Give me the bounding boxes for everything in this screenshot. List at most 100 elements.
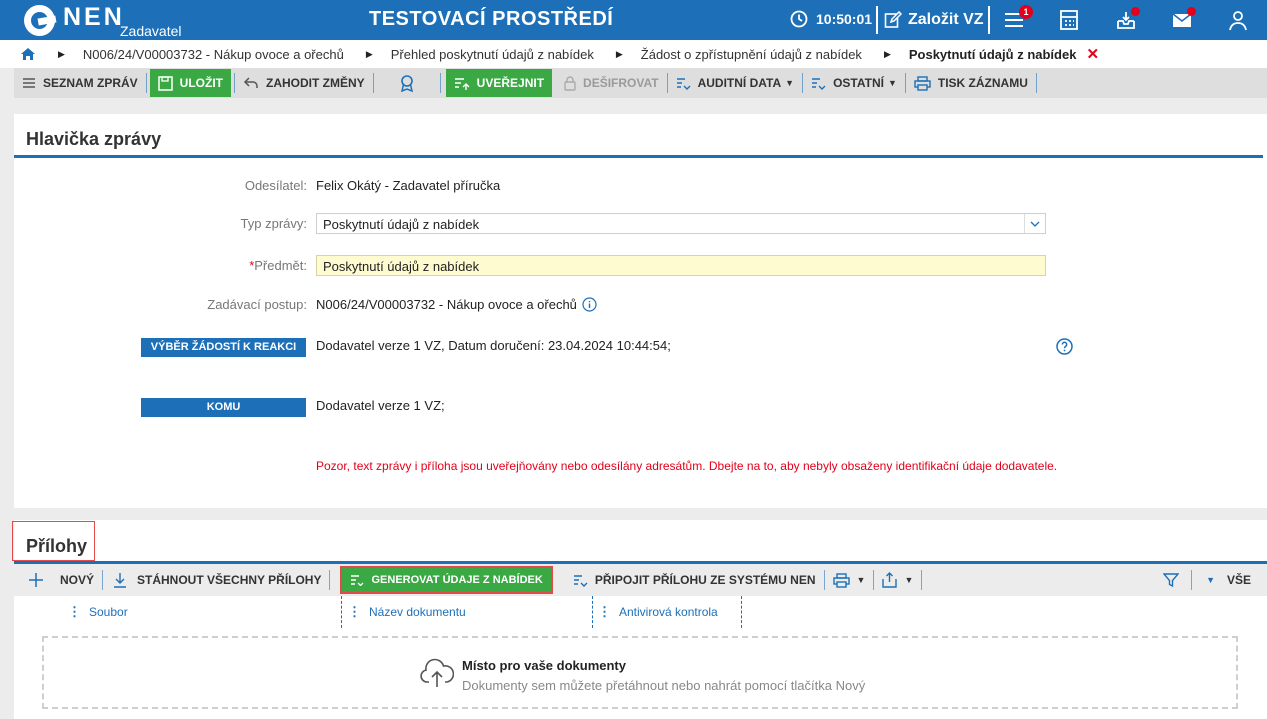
section-title: Hlavička zprávy — [26, 129, 162, 149]
attach-from-nen-button[interactable]: PŘIPOJIT PŘÍLOHU ZE SYSTÉMU NEN — [565, 568, 824, 592]
generate-data-highlight: GENEROVAT ÚDAJE Z NABÍDEK — [340, 566, 553, 594]
dropzone-title: Místo pro vaše dokumenty — [462, 658, 626, 673]
caret-down-icon: ▼ — [887, 78, 897, 88]
breadcrumb-item-overview[interactable]: Přehled poskytnutí údajů z nabídek — [391, 47, 594, 62]
column-file-label: Soubor — [89, 605, 128, 619]
create-contract-button[interactable]: Založit VZ — [876, 6, 990, 34]
other-icon — [812, 78, 826, 90]
breadcrumb-item-current: Poskytnutí údajů z nabídek — [908, 46, 1077, 62]
close-icon[interactable]: ✕ — [1086, 45, 1099, 63]
toolbar-divider — [1035, 73, 1037, 93]
lock-icon — [564, 75, 576, 91]
audit-data-label: AUDITNÍ DATA — [697, 76, 782, 90]
caret-down-icon: ▼ — [904, 575, 914, 585]
certificate-button[interactable] — [374, 71, 440, 95]
column-grip-icon: ⋮ — [598, 604, 611, 619]
download-icon — [114, 573, 127, 588]
subject-value: Poskytnutí údajů z nabídek — [323, 259, 480, 274]
decrypt-button[interactable]: DEŠIFROVAT — [556, 71, 667, 95]
save-icon — [157, 75, 173, 91]
chevron-right-icon: ▶ — [365, 48, 373, 59]
clock-time: 10:50:01 — [816, 11, 873, 27]
session-clock: 10:50:01 — [790, 10, 872, 28]
attach-icon — [573, 575, 588, 587]
column-grip-icon: ⋮ — [68, 604, 81, 619]
breadcrumb-item-request[interactable]: Žádost o zpřístupnění údajů z nabídek — [641, 47, 862, 62]
download-all-button[interactable]: STÁHNOUT VŠECHNY PŘÍLOHY — [103, 568, 329, 592]
message-list-label: SEZNAM ZPRÁV — [43, 76, 138, 90]
sender-label: Odesílatel: — [244, 178, 307, 193]
user-icon[interactable] — [1227, 9, 1251, 31]
other-label: OSTATNÍ — [833, 76, 884, 90]
toolbar-divider — [904, 73, 906, 93]
create-contract-label: Založit VZ — [908, 11, 984, 28]
select-requests-button[interactable]: VÝBĚR ŽÁDOSTÍ K REAKCI — [141, 338, 306, 357]
column-divider — [341, 596, 342, 628]
file-dropzone[interactable]: Místo pro vaše dokumenty Dokumenty sem m… — [42, 636, 1238, 709]
new-attachment-label: NOVÝ — [60, 573, 95, 587]
attachments-table-header: ⋮ Soubor ⋮ Název dokumentu ⋮ Antivirová kon… — [14, 596, 1267, 628]
filter-icon[interactable] — [1163, 572, 1180, 588]
publish-icon — [454, 78, 470, 90]
caret-down-icon: ▼ — [856, 575, 866, 585]
edit-icon — [884, 11, 902, 28]
generate-data-button[interactable]: GENEROVAT ÚDAJE Z NABÍDEK — [342, 568, 551, 592]
undo-icon — [243, 77, 258, 88]
publish-button[interactable]: UVEŘEJNIT — [445, 69, 553, 97]
warning-text: Pozor, text zprávy i příloha jsou uveřej… — [316, 459, 1058, 473]
other-button[interactable]: OSTATNÍ ▼ — [803, 71, 905, 95]
column-document-name-label: Název dokumentu — [369, 605, 466, 619]
message-type-select[interactable]: Poskytnutí údajů z nabídek — [316, 213, 1046, 234]
print-dropdown-button[interactable]: ▼ — [825, 568, 874, 592]
subject-input[interactable]: Poskytnutí údajů z nabídek — [316, 255, 1046, 276]
nen-logo[interactable]: NEN — [24, 2, 125, 36]
main-toolbar: SEZNAM ZPRÁV ULOŽIT ZAHODIT ZMĚNY UVEŘEJ… — [14, 68, 1267, 98]
column-grip-icon: ⋮ — [348, 604, 361, 619]
audit-data-button[interactable]: AUDITNÍ DATA ▼ — [668, 71, 802, 95]
toolbar-divider — [234, 73, 235, 93]
new-attachment-button[interactable]: NOVÝ — [14, 568, 102, 592]
chevron-down-icon — [1024, 214, 1045, 233]
procedure-text: N006/24/V00003732 - Nákup ovoce a ořechů — [316, 297, 577, 312]
notification-badge: 1 — [1019, 5, 1033, 19]
toolbar-divider — [1191, 570, 1193, 590]
toolbar-divider — [802, 73, 804, 93]
export-dropdown-button[interactable]: ▼ — [874, 568, 921, 592]
column-document-name[interactable]: ⋮ Název dokumentu — [348, 596, 466, 628]
recipient-button[interactable]: KOMU — [141, 398, 306, 417]
column-antivirus[interactable]: ⋮ Antivirová kontrola — [598, 596, 718, 628]
message-list-button[interactable]: SEZNAM ZPRÁV — [14, 71, 146, 95]
printer-icon — [914, 75, 931, 91]
attachments-toolbar: NOVÝ STÁHNOUT VŠECHNY PŘÍLOHY GENEROVAT … — [14, 564, 1267, 596]
audit-icon — [676, 78, 691, 90]
column-antivirus-label: Antivirová kontrola — [619, 605, 718, 619]
chevron-right-icon: ▶ — [883, 48, 891, 59]
nen-logo-icon — [24, 4, 55, 36]
column-file[interactable]: ⋮ Soubor — [68, 596, 128, 628]
print-record-button[interactable]: TISK ZÁZNAMU — [906, 71, 1036, 95]
logo-text: NEN — [63, 2, 125, 31]
show-all-dropdown[interactable]: ▼ VŠE — [1192, 568, 1267, 592]
export-icon — [882, 572, 898, 588]
save-button[interactable]: ULOŽIT — [149, 69, 231, 97]
calculator-icon[interactable] — [1058, 9, 1082, 31]
section-rule — [14, 155, 1263, 158]
home-icon[interactable] — [20, 46, 36, 62]
select-requests-value: Dodavatel verze 1 VZ, Datum doručení: 23… — [316, 338, 671, 353]
breadcrumb-item-procedure[interactable]: N006/24/V00003732 - Nákup ovoce a ořechů — [83, 47, 344, 62]
toolbar-divider — [823, 570, 825, 590]
environment-title: TESTOVACÍ PROSTŘEDÍ — [369, 8, 614, 30]
decrypt-label: DEŠIFROVAT — [583, 76, 659, 90]
discard-changes-button[interactable]: ZAHODIT ZMĚNY — [235, 71, 373, 95]
attachments-heading: Přílohy — [12, 520, 1267, 564]
message-header-panel: Hlavička zprávy Odesílatel: Felix Okátý … — [14, 114, 1267, 508]
plus-icon — [29, 573, 43, 587]
recipient-value: Dodavatel verze 1 VZ; — [316, 398, 445, 413]
help-icon[interactable] — [1056, 338, 1073, 355]
list-icon — [23, 78, 35, 88]
toolbar-divider — [329, 570, 331, 590]
info-icon[interactable] — [581, 297, 597, 312]
column-divider — [592, 596, 593, 628]
dropzone-subtitle: Dokumenty sem můžete přetáhnout nebo nah… — [462, 678, 866, 693]
toolbar-divider — [921, 570, 923, 590]
